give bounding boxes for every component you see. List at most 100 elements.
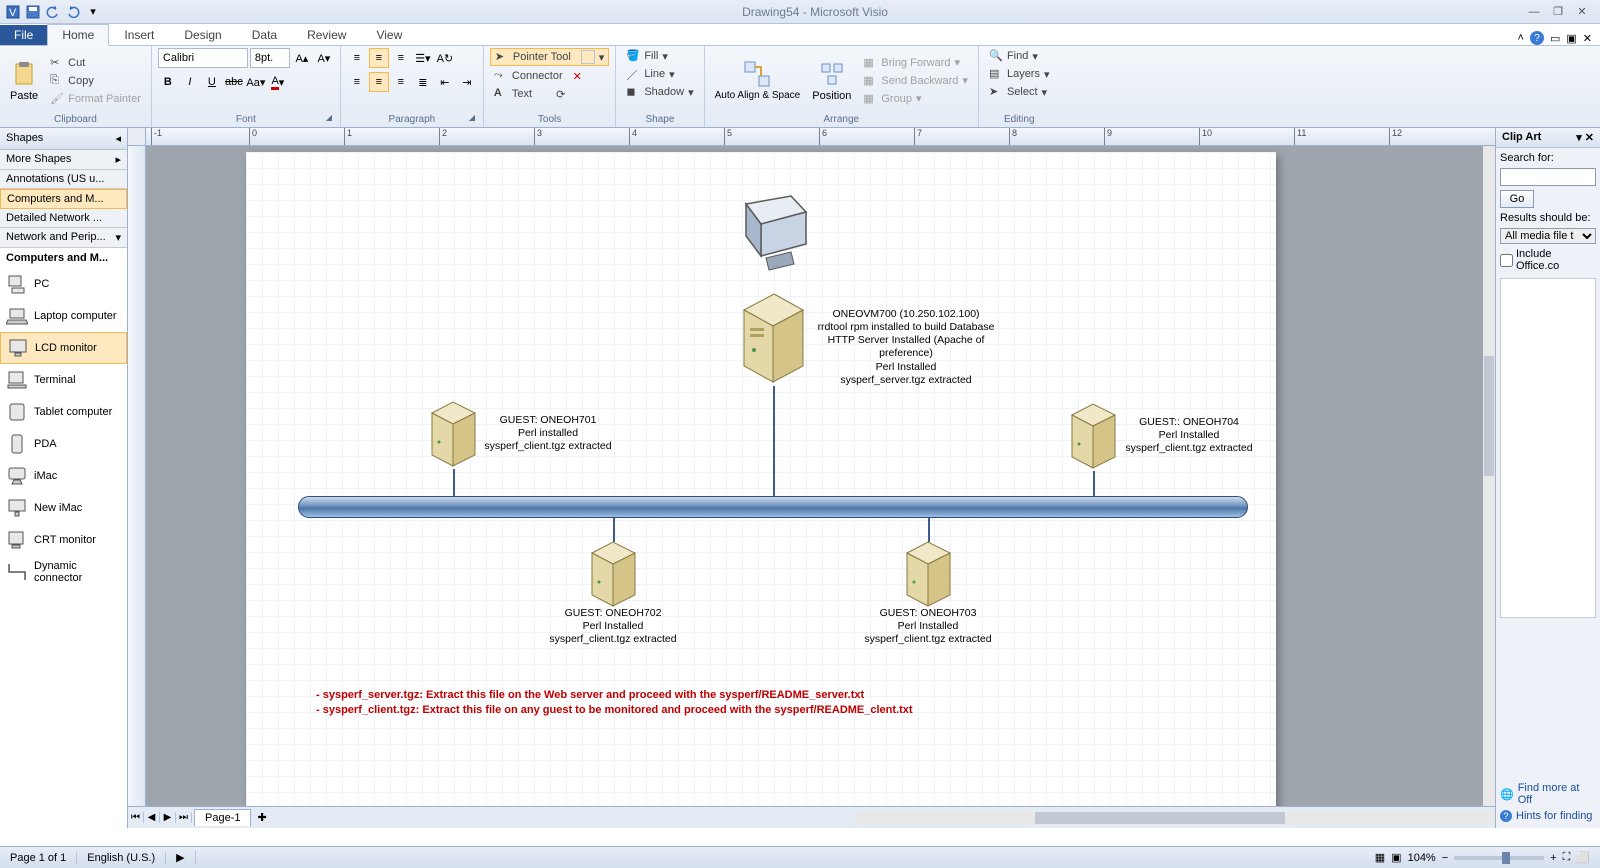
shape-laptop[interactable]: Laptop computer [0,300,127,332]
view-full-icon[interactable]: ▣ [1391,851,1401,864]
tab-design[interactable]: Design [169,24,236,45]
grow-font-icon[interactable]: A▴ [292,48,312,68]
go-button[interactable]: Go [1500,190,1534,208]
guest-701-shape[interactable] [426,400,481,470]
page-last-icon[interactable]: ⏭ [176,812,192,823]
guest-704-label[interactable]: GUEST:: ONEOH704 Perl Installed sysperf_… [1124,416,1254,455]
minimize-icon[interactable]: — [1524,4,1544,20]
align-top-icon[interactable]: ≡ [347,48,367,68]
align-bottom-icon[interactable]: ≡ [391,48,411,68]
inc-indent-icon[interactable]: ⇥ [457,72,477,92]
align-middle-icon[interactable]: ≡ [369,48,389,68]
select-button[interactable]: ➤Select▾ [985,84,1051,100]
server-label[interactable]: ONEOVM700 (10.250.102.100) rrdtool rpm i… [816,308,996,387]
bold-icon[interactable]: B [158,72,178,92]
font-color-icon[interactable]: A▾ [268,72,288,92]
network-bar[interactable] [298,496,1248,518]
shape-new-imac[interactable]: New iMac [0,492,127,524]
clipart-dropdown-icon[interactable]: ▾ [1576,132,1582,144]
shape-crt-monitor[interactable]: CRT monitor [0,524,127,556]
case-icon[interactable]: Aa▾ [246,72,266,92]
canvas-scroll[interactable]: ONEOVM700 (10.250.102.100) rrdtool rpm i… [146,146,1483,806]
conn-702[interactable] [613,518,615,542]
hscroll-thumb[interactable] [1035,812,1285,824]
conn-server[interactable] [773,386,775,498]
vertical-scrollbar[interactable] [1483,146,1495,806]
monitor-shape[interactable] [736,194,816,274]
stencil-network-perip[interactable]: Network and Perip...▾ [0,228,127,248]
font-launcher-icon[interactable]: ◢ [326,113,338,125]
justify-icon[interactable]: ≣ [413,72,433,92]
shrink-font-icon[interactable]: A▾ [314,48,334,68]
status-macro-icon[interactable]: ▶ [166,851,195,864]
guest-703-label[interactable]: GUEST: ONEOH703 Perl Installed sysperf_c… [863,607,993,646]
instruction-text[interactable]: - sysperf_server.tgz: Extract this file … [316,688,913,718]
stencil-detailed-network[interactable]: Detailed Network ... [0,209,127,228]
guest-701-label[interactable]: GUEST: ONEOH701 Perl installed sysperf_c… [483,414,613,453]
results-select[interactable]: All media file t [1500,228,1596,244]
shapes-collapse-icon[interactable]: ◂ [115,132,121,145]
page-prev-icon[interactable]: ◀ [144,812,160,823]
zoom-slider[interactable] [1454,856,1544,860]
hints-link[interactable]: ?Hints for finding [1500,808,1596,824]
conn-701[interactable] [453,469,455,498]
underline-icon[interactable]: U [202,72,222,92]
format-painter-button[interactable]: 🖌Format Painter [46,91,145,107]
ribbon-up-icon[interactable]: ˄ [1518,32,1524,44]
help-icon[interactable]: ? [1530,31,1544,45]
dec-indent-icon[interactable]: ⇤ [435,72,455,92]
clipart-close-icon[interactable]: ✕ [1585,132,1594,144]
page-tab-1[interactable]: Page-1 [194,809,251,826]
zoom-knob[interactable] [1502,852,1510,864]
font-size-input[interactable] [250,48,290,68]
tab-insert[interactable]: Insert [109,24,169,45]
redo-icon[interactable] [64,3,82,21]
guest-702-label[interactable]: GUEST: ONEOH702 Perl Installed sysperf_c… [548,607,678,646]
zoom-level[interactable]: 104% [1408,852,1436,864]
connector-tool-button[interactable]: ⤳Connector✕ [490,68,586,84]
close-icon[interactable]: ✕ [1572,4,1592,20]
clipart-search-input[interactable] [1500,168,1596,186]
conn-704[interactable] [1093,471,1095,498]
align-right-icon[interactable]: ≡ [391,72,411,92]
vscroll-thumb[interactable] [1484,356,1494,476]
zoom-in-icon[interactable]: + [1550,852,1556,864]
zoom-out-icon[interactable]: − [1442,852,1448,864]
full-screen-icon[interactable]: ⬜ [1576,851,1590,864]
position-button[interactable]: Position [808,58,855,104]
shadow-button[interactable]: ◼Shadow▾ [622,84,697,100]
find-more-link[interactable]: 🌐Find more at Off [1500,780,1596,808]
send-backward-button[interactable]: ▦Send Backward▾ [859,73,972,89]
tab-data[interactable]: Data [237,24,292,45]
italic-icon[interactable]: I [180,72,200,92]
bullets-icon[interactable]: ☰▾ [413,48,433,68]
server-shape[interactable] [736,292,811,387]
bring-forward-button[interactable]: ▦Bring Forward▾ [859,55,972,71]
ribbon-close-icon[interactable]: ✕ [1583,32,1592,45]
new-page-icon[interactable]: ✚ [251,811,272,824]
font-name-input[interactable] [158,48,248,68]
more-shapes-button[interactable]: More Shapes▸ [0,150,127,170]
conn-703[interactable] [928,518,930,542]
shape-pc[interactable]: PC [0,268,127,300]
qat-dropdown-icon[interactable]: ▾ [84,3,102,21]
view-normal-icon[interactable]: ▦ [1375,851,1385,864]
horizontal-scrollbar[interactable] [855,811,1495,825]
save-icon[interactable] [24,3,42,21]
page-first-icon[interactable]: ⏮ [128,812,144,823]
stencil-computers[interactable]: Computers and M... [0,189,127,209]
para-launcher-icon[interactable]: ◢ [469,113,481,125]
fit-page-icon[interactable]: ⛶ [1563,851,1571,864]
guest-704-shape[interactable] [1066,402,1121,472]
tab-view[interactable]: View [361,24,417,45]
orientation-icon[interactable]: A↻ [435,48,455,68]
shape-pda[interactable]: PDA [0,428,127,460]
align-center-icon[interactable]: ≡ [369,72,389,92]
status-language[interactable]: English (U.S.) [77,852,166,864]
fill-button[interactable]: 🪣Fill▾ [622,48,672,64]
shape-lcd-monitor[interactable]: LCD monitor [0,332,127,364]
visio-icon[interactable]: V [4,3,22,21]
layers-button[interactable]: ▤Layers▾ [985,66,1054,82]
stencil-annotations[interactable]: Annotations (US u... [0,170,127,189]
ribbon-opt-icon[interactable]: ▣ [1566,32,1576,45]
